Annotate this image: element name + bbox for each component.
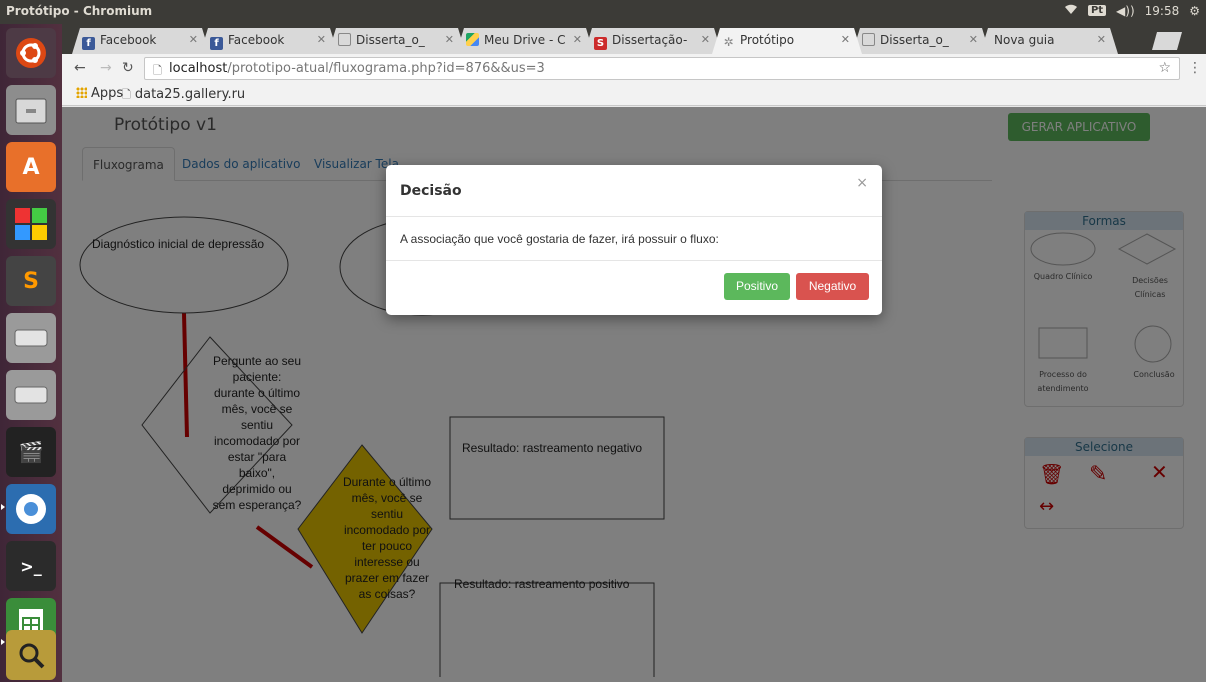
tab-dissertacao-3[interactable]: Disserta_o_ ✕ [852,28,990,54]
image-viewer-icon[interactable] [6,630,56,680]
page-icon [862,33,875,46]
close-icon[interactable]: ✕ [445,33,454,46]
site-bookmark[interactable]: 🗋 data25.gallery.ru [122,86,245,105]
decision-modal: Decisão × A associação que você gostaria… [386,165,882,315]
system-top-bar: Protótipo - Chromium Pt ◀)) 19:58 ⚙ [0,0,1206,24]
tab-label: Protótipo [740,33,795,47]
drive-icon[interactable] [6,313,56,363]
windows-app-icon[interactable] [6,199,56,249]
drive-icon [466,33,479,46]
tab-label: Disserta_o_ [880,33,949,47]
positivo-button[interactable]: Positivo [724,273,790,300]
forward-arrow-icon[interactable]: → [100,60,112,76]
modal-header: Decisão × [386,165,882,217]
facebook-icon: f [210,37,223,50]
tab-dissertacao-1[interactable]: Disserta_o_ ✕ [328,28,466,54]
tab-label: Nova guia [994,33,1055,47]
close-icon[interactable]: ✕ [1097,33,1106,46]
tab-facebook-1[interactable]: f Facebook ✕ [72,28,210,54]
software-center-icon[interactable]: A [6,142,56,192]
running-indicator-2 [1,639,5,645]
running-indicator [1,504,5,510]
keyboard-layout-indicator[interactable]: Pt [1087,5,1107,16]
settings-icon: ✲ [723,35,734,49]
modal-title: Decisão [400,183,462,199]
page-info-icon[interactable]: 🗋 [153,62,162,81]
close-icon[interactable]: ✕ [317,33,326,46]
modal-footer: Positivo Negativo [386,261,882,313]
page-icon [338,33,351,46]
ubuntu-dash-icon[interactable] [6,28,56,78]
launcher: A S 🎬 >_ [0,24,62,682]
close-icon[interactable]: ✕ [841,33,850,46]
menu-icon[interactable]: ⋮ [1188,60,1202,76]
files-icon[interactable] [6,85,56,135]
tab-meu-drive[interactable]: Meu Drive - C ✕ [456,28,594,54]
apps-label: Apps [91,86,124,101]
browser-toolbar: ← → ↻ 🗋 localhost/prototipo-atual/fluxog… [62,54,1206,84]
page-icon: 🗋 [122,88,131,101]
video-editor-icon[interactable]: 🎬 [6,427,56,477]
close-icon[interactable]: × [856,175,868,191]
close-icon[interactable]: ✕ [189,33,198,46]
wifi-icon[interactable] [1064,3,1078,18]
reload-icon[interactable]: ↻ [122,60,134,76]
new-tab-button[interactable] [1152,32,1182,50]
bookmarks-bar: Apps 🗋 data25.gallery.ru [62,84,1206,106]
address-bar[interactable]: 🗋 localhost/prototipo-atual/fluxograma.p… [144,57,1180,80]
url-path: /prototipo-atual/fluxograma.php?id=876&&… [227,61,545,76]
negativo-button[interactable]: Negativo [796,273,869,300]
tab-label: Facebook [100,33,157,47]
apps-bookmark[interactable]: Apps [76,86,123,101]
modal-body: A associação que você gostaria de fazer,… [386,217,882,261]
apps-grid-icon [76,87,87,98]
back-arrow-icon[interactable]: ← [74,60,86,76]
web-page: Protótipo v1 GERAR APLICATIVO Fluxograma… [62,107,1206,682]
close-icon[interactable]: ✕ [969,33,978,46]
tab-label: Dissertação- [612,33,688,47]
site-bookmark-label: data25.gallery.ru [134,87,246,102]
volume-icon[interactable]: ◀)) [1116,4,1135,18]
clock[interactable]: 19:58 [1145,4,1180,18]
tab-strip: f Facebook ✕ f Facebook ✕ Disserta_o_ ✕ Meu D… [62,24,1206,54]
bookmark-star-icon[interactable]: ☆ [1158,60,1171,76]
tab-facebook-2[interactable]: f Facebook ✕ [200,28,338,54]
close-icon[interactable]: ✕ [701,33,710,46]
tab-label: Disserta_o_ [356,33,425,47]
url-host: localhost [169,61,228,76]
sublime-text-icon[interactable]: S [6,256,56,306]
s-icon: S [594,37,607,50]
tab-label: Facebook [228,33,285,47]
close-icon[interactable]: ✕ [573,33,582,46]
tab-nova-guia[interactable]: Nova guia ✕ [980,28,1118,54]
modal-message: A associação que você gostaria de fazer,… [400,232,719,246]
terminal-icon[interactable]: >_ [6,541,56,591]
facebook-icon: f [82,37,95,50]
tab-dissertacao-2[interactable]: S Dissertação- ✕ [584,28,722,54]
power-gear-icon[interactable]: ⚙ [1189,4,1200,18]
tab-label: Meu Drive - C [484,33,566,47]
browser-window: f Facebook ✕ f Facebook ✕ Disserta_o_ ✕ Meu D… [62,24,1206,682]
indicators: Pt ◀)) 19:58 ⚙ [1064,3,1200,18]
chromium-icon[interactable] [6,484,56,534]
window-title: Protótipo - Chromium [6,4,153,18]
tab-prototipo[interactable]: ✲ Protótipo ✕ [712,28,862,54]
drive-icon-2[interactable] [6,370,56,420]
